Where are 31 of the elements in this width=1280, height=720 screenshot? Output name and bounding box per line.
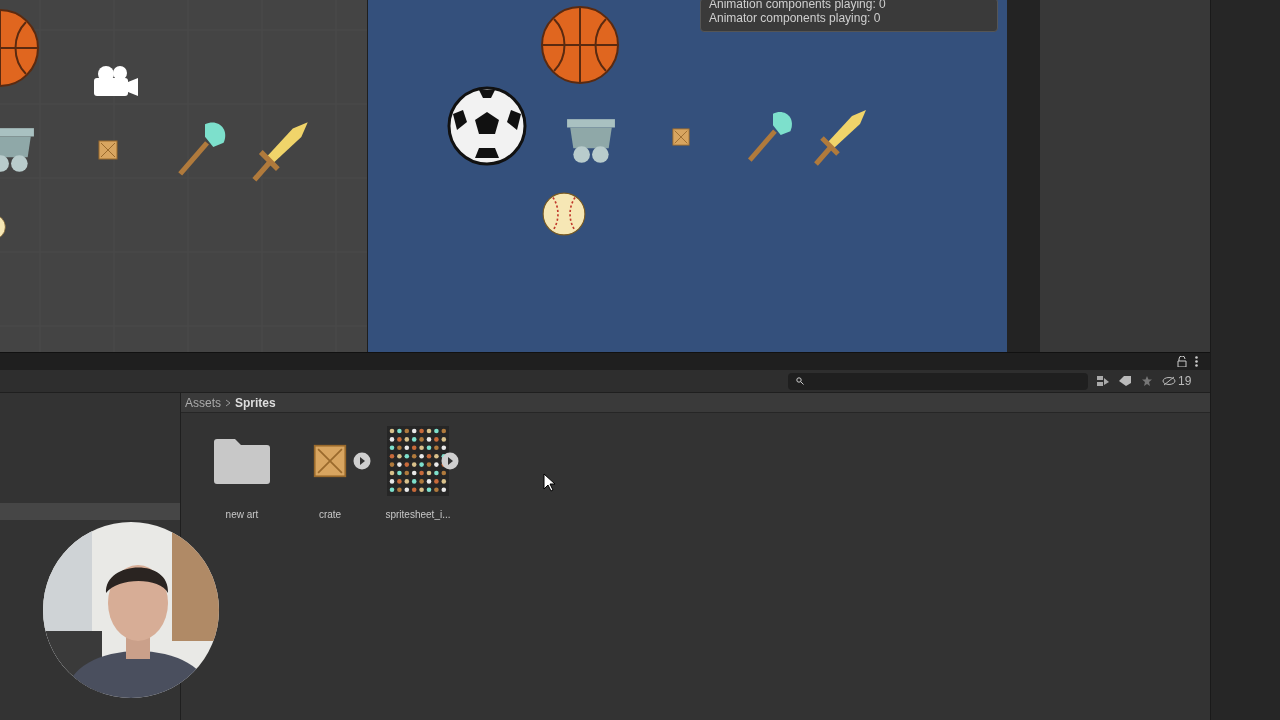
- search-icon: [796, 377, 804, 385]
- mouse-cursor-icon: [543, 473, 556, 492]
- asset-tile[interactable]: spritesheet_i...: [377, 425, 459, 522]
- asset-name: crate: [318, 508, 342, 522]
- search-field[interactable]: [788, 372, 1088, 390]
- filter-type-icon[interactable]: [1096, 375, 1110, 387]
- crate-icon: [672, 128, 690, 146]
- crate-icon: [313, 444, 347, 478]
- baseball-icon: [542, 192, 586, 236]
- soccer-ball-icon: [447, 86, 527, 166]
- breadcrumb-item[interactable]: Sprites: [235, 393, 276, 412]
- hidden-count-toggle[interactable]: 19: [1162, 372, 1192, 390]
- crate-icon: [98, 140, 118, 160]
- asset-tile[interactable]: new art: [201, 425, 283, 522]
- expand-play-icon[interactable]: [353, 452, 371, 470]
- stats-text: Animation components playing: 0: [709, 0, 887, 11]
- more-options-icon[interactable]: [1195, 356, 1198, 367]
- chevron-right-icon: [225, 398, 231, 407]
- stats-text: Animator components playing: 0: [709, 11, 882, 25]
- hidden-eye-icon: [1162, 376, 1176, 386]
- star-icon[interactable]: [1140, 375, 1154, 387]
- asset-name: new art: [225, 508, 259, 522]
- folder-icon: [213, 437, 271, 485]
- basketball-icon: [540, 5, 620, 85]
- asset-tile[interactable]: crate: [289, 425, 371, 522]
- lock-icon[interactable]: [1177, 356, 1187, 367]
- breadcrumb-item[interactable]: Assets: [185, 393, 221, 412]
- asset-name: spritesheet_i...: [385, 508, 451, 522]
- spritesheet-icon: [387, 426, 449, 496]
- tag-icon[interactable]: [1118, 375, 1132, 387]
- expand-play-icon[interactable]: [441, 452, 459, 470]
